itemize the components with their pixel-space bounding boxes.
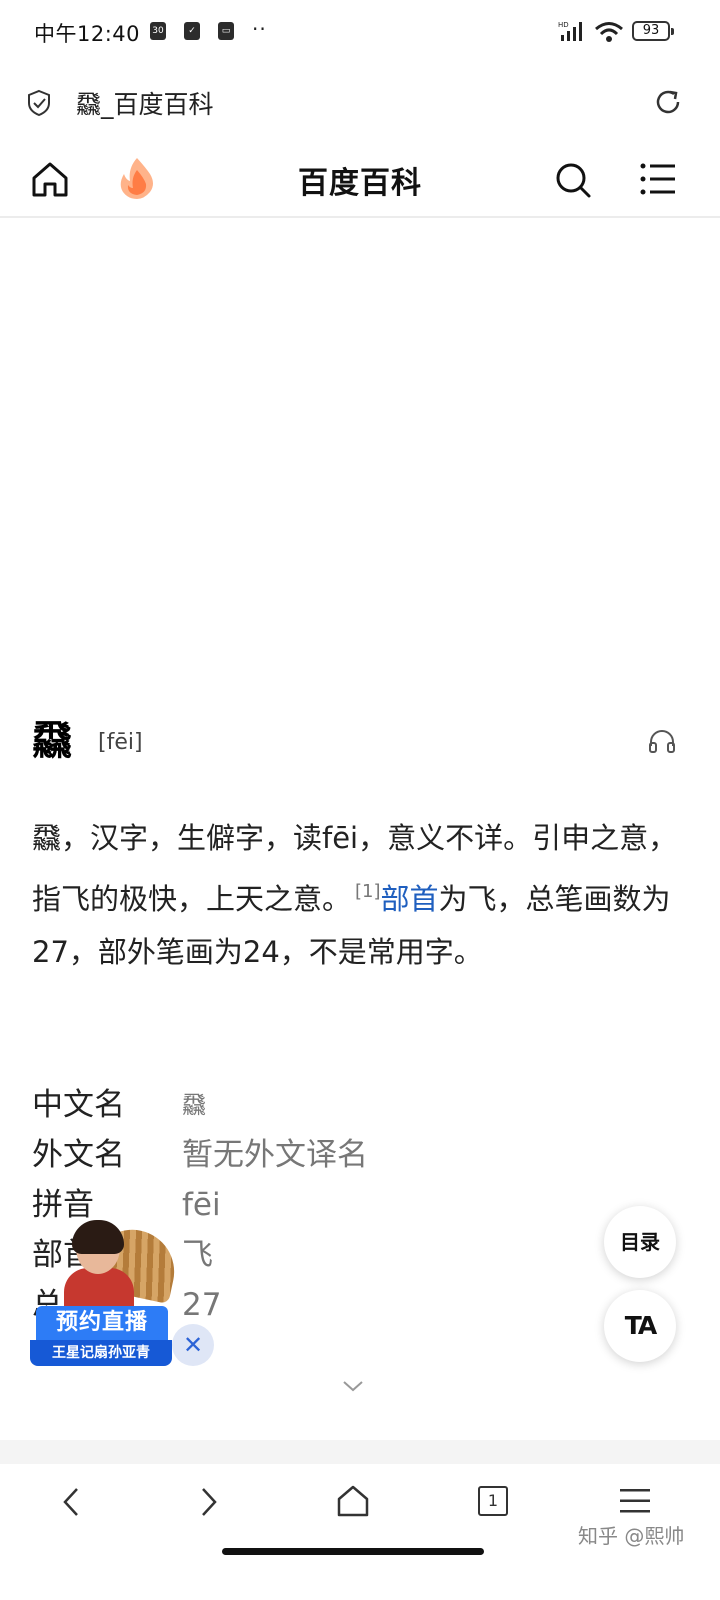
battery-indicator: 93 [632, 21, 674, 41]
status-time: 中午12:40 [34, 22, 141, 46]
browser-home-icon[interactable] [336, 1484, 370, 1522]
radical-link[interactable]: 部首 [381, 882, 439, 916]
info-value: 飝 [182, 1091, 206, 1119]
forward-icon[interactable] [198, 1486, 220, 1522]
search-icon[interactable] [554, 161, 592, 203]
entry-heading: 飝 [fēi] [32, 718, 688, 768]
site-header: 百度百科 [0, 140, 720, 218]
info-label: 中文名 [32, 1087, 125, 1123]
page-tab-title[interactable]: 飝_百度百科 [76, 85, 214, 121]
info-label: 外文名 [32, 1137, 125, 1173]
info-row: 外文名 暂无外文译名 [32, 1130, 572, 1180]
calendar-notification-icon: 30 [150, 22, 166, 40]
more-notifications-icon: ·· [252, 17, 267, 41]
info-value: 暂无外文译名 [182, 1137, 368, 1173]
ta-button[interactable]: TA [604, 1290, 676, 1362]
svg-text:HD: HD [558, 21, 569, 29]
app-notification-icon: ▭ [218, 22, 234, 40]
live-stream-promo[interactable]: 预约直播 王星记扇孙亚青 ✕ [30, 1218, 220, 1368]
browser-bottom-nav: 1 知乎 @熙帅 [0, 1464, 720, 1600]
table-of-contents-button[interactable]: 目录 [604, 1206, 676, 1278]
wifi-icon [594, 21, 624, 47]
signal-icon: HD [558, 20, 586, 46]
live-promo-subtitle[interactable]: 王星记扇孙亚青 [30, 1340, 172, 1366]
headphones-icon[interactable] [648, 728, 676, 758]
shield-check-icon[interactable] [26, 89, 52, 121]
menu-icon[interactable] [640, 162, 676, 200]
entry-pinyin: [fēi] [98, 730, 143, 755]
back-icon[interactable] [60, 1486, 82, 1522]
host-avatar [64, 1220, 134, 1322]
check-notification-icon: ✓ [184, 22, 200, 40]
status-bar: 中午12:40 30 ✓ ▭ ·· HD 93 [0, 0, 720, 64]
expand-chevron-icon[interactable] [342, 1378, 364, 1397]
live-reserve-badge[interactable]: 预约直播 [36, 1306, 168, 1340]
reload-icon[interactable] [652, 86, 684, 122]
tabs-icon[interactable]: 1 [478, 1486, 508, 1516]
watermark: 知乎 @熙帅 [578, 1524, 685, 1548]
entry-summary: 飝，汉字，生僻字，读fēi，意义不详。引申之意，指飞的极快，上天之意。 [1]部首… [32, 812, 692, 979]
close-icon[interactable]: ✕ [172, 1324, 214, 1366]
footnote-ref[interactable]: [1] [355, 881, 381, 902]
site-title: 百度百科 [298, 166, 422, 201]
address-bar[interactable]: 飝_百度百科 [0, 68, 720, 136]
info-row: 中文名 飝 [32, 1080, 572, 1130]
bottom-divider [0, 1440, 720, 1464]
home-indicator[interactable] [222, 1548, 484, 1555]
entry-character: 飝 [32, 718, 72, 764]
browser-menu-icon[interactable] [620, 1488, 650, 1518]
